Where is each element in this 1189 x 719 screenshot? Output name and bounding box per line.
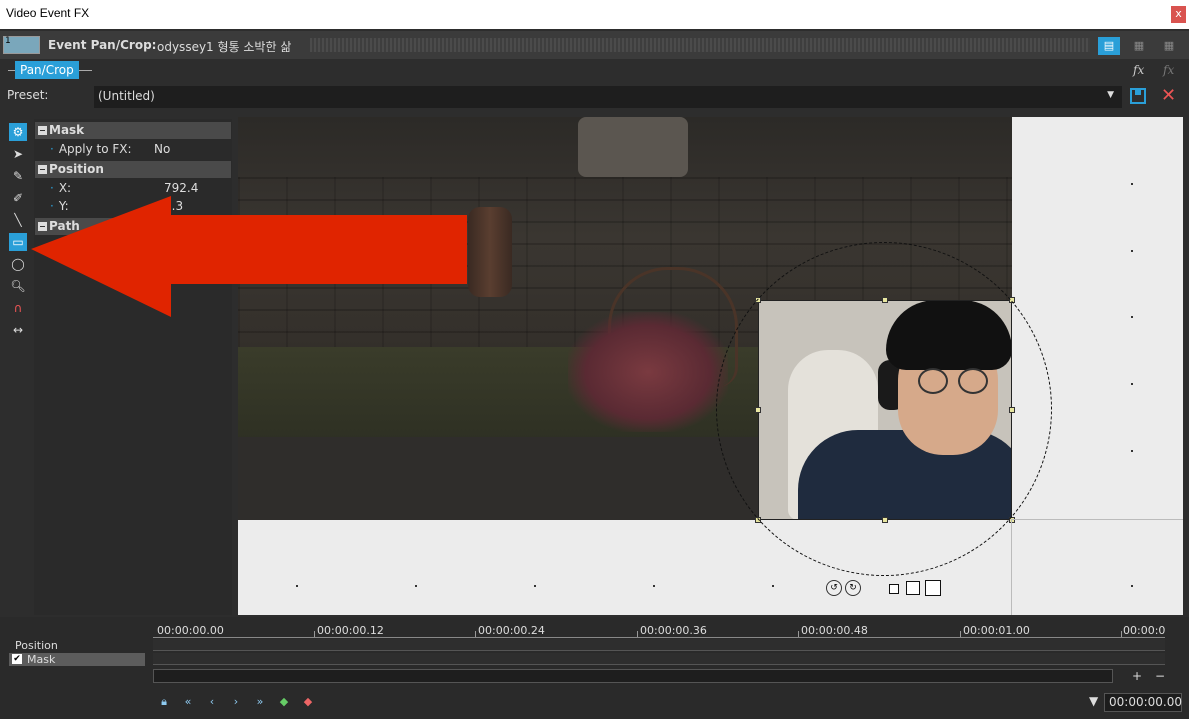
collapse-icon[interactable] (38, 165, 47, 174)
collapse-icon[interactable] (38, 126, 47, 135)
resize-icon[interactable]: ↔ (9, 321, 27, 339)
first-keyframe-button[interactable]: « (180, 694, 196, 710)
guide-line (1011, 520, 1012, 615)
annotation-arrow (31, 196, 467, 317)
position-x-value[interactable]: 792.4 (164, 180, 198, 197)
grid-dot (653, 585, 655, 587)
mask-apply-value[interactable]: No (154, 141, 170, 158)
grid-dot (1131, 250, 1133, 252)
guide-line (1011, 519, 1183, 520)
ruler-label: 00:00:00.36 (640, 624, 707, 637)
add-keyframe-button[interactable]: ◆ (276, 694, 292, 710)
ellipse-icon[interactable]: ◯ (9, 255, 27, 273)
last-keyframe-button[interactable]: » (252, 694, 268, 710)
fx-header-strip (310, 38, 1090, 52)
chain-item-pan-crop[interactable]: Pan/Crop (15, 61, 79, 79)
properties-panel: Mask · Apply to FX: No Position · X: 792.4… (34, 119, 232, 615)
time-marker-icon: ▼ (1089, 694, 1099, 708)
fx-event-name: odyssey1 형통 소박한 삶 (157, 40, 292, 54)
grid-dot (415, 585, 417, 587)
chevron-down-icon: ▼ (1107, 90, 1114, 100)
view-list-button[interactable]: ▤ (1098, 37, 1120, 55)
delete-preset-button[interactable]: ✕ (1161, 85, 1176, 106)
window-title: Video Event FX (6, 6, 90, 20)
mask-enable-checkbox[interactable]: ✔ (12, 654, 22, 664)
preset-label: Preset: (7, 88, 49, 102)
preset-row: Preset: (Untitled) ▼ ✕ (0, 84, 1189, 112)
keyframe-lane-mask[interactable] (153, 653, 1165, 665)
prev-keyframe-button[interactable]: ‹ (204, 694, 220, 710)
magnet-icon[interactable]: ∩ (9, 299, 27, 317)
position-x-label: · X: (50, 181, 72, 195)
grid-dot (534, 585, 536, 587)
close-button[interactable]: x (1171, 6, 1186, 23)
view-grid-large-button[interactable]: ▦ (1158, 37, 1180, 55)
preset-dropdown[interactable]: (Untitled) ▼ (94, 86, 1122, 108)
ruler-label: 00:00:00.12 (317, 624, 384, 637)
line-icon[interactable]: ╲ (9, 211, 27, 229)
view-grid-button[interactable]: ▦ (1128, 37, 1150, 55)
grid-dot (1131, 316, 1133, 318)
delete-keyframe-button[interactable]: ◆ (300, 694, 316, 710)
horizontal-scrollbar[interactable] (153, 669, 1113, 683)
preset-value: (Untitled) (98, 89, 155, 103)
zoom-out-button[interactable]: − (1155, 669, 1165, 683)
track-position[interactable]: Position (9, 639, 145, 652)
zoom-in-button[interactable]: + (1132, 669, 1142, 683)
track-mask[interactable]: ✔ Mask (9, 653, 145, 666)
time-ruler[interactable]: 00:00:00.00 00:00:00.12 00:00:00.24 00:0… (153, 620, 1165, 638)
ruler-label: 00:00:00.48 (801, 624, 868, 637)
lock-icon[interactable]: 🔒︎ (156, 694, 172, 710)
ellipse-mask-outline[interactable] (716, 242, 1052, 576)
grid-dot (296, 585, 298, 587)
keyframe-timeline: Position ✔ Mask 00:00:00.00 00:00:00.12 … (0, 617, 1189, 719)
pen-add-icon[interactable]: ✐ (9, 189, 27, 207)
fx-thumb-number: 1 (5, 36, 11, 46)
fx-thumbnail[interactable]: 1 (3, 36, 40, 54)
plugin-chain-row: Pan/Crop fx fx (0, 59, 1189, 83)
pointer-icon[interactable]: ➤ (9, 145, 27, 163)
fx-header: 1 Event Pan/Crop: odyssey1 형통 소박한 삶 ▤ ▦ … (0, 31, 1189, 59)
size-large-icon[interactable] (925, 580, 941, 596)
save-preset-button[interactable] (1130, 88, 1146, 104)
next-keyframe-button[interactable]: › (228, 694, 244, 710)
fx-title: Event Pan/Crop: (48, 38, 157, 52)
mask-apply-label: · Apply to FX: (50, 142, 132, 156)
ruler-label: 00:00:0 (1123, 624, 1166, 637)
grid-dot (1131, 450, 1133, 452)
size-small-icon[interactable] (889, 584, 899, 594)
zoom-icon[interactable]: 🔍︎ (9, 277, 27, 295)
section-position[interactable]: Position (35, 161, 231, 178)
fx-remove-icon[interactable]: fx (1163, 63, 1174, 77)
pen-icon[interactable]: ✎ (9, 167, 27, 185)
ruler-label: 00:00:00.24 (478, 624, 545, 637)
grid-dot (1131, 585, 1133, 587)
preview-canvas[interactable]: ↺ ↻ (238, 117, 1183, 615)
rectangle-icon[interactable]: ▭ (9, 233, 27, 251)
current-time-field[interactable]: 00:00:00.00 (1104, 693, 1182, 712)
keyframe-lane-position[interactable] (153, 639, 1165, 651)
rotate-cw-icon[interactable]: ↻ (845, 580, 861, 596)
grid-dot (1131, 183, 1133, 185)
rotate-ccw-icon[interactable]: ↺ (826, 580, 842, 596)
size-medium-icon[interactable] (906, 581, 920, 595)
ruler-label: 00:00:00.00 (157, 624, 224, 637)
fx-add-icon[interactable]: fx (1133, 63, 1144, 77)
tool-column: ⚙ ➤ ✎ ✐ ╲ ▭ ◯ 🔍︎ ∩ ↔ (6, 119, 30, 615)
grid-dot (1131, 383, 1133, 385)
ruler-label: 00:00:01.00 (963, 624, 1030, 637)
gear-icon[interactable]: ⚙ (9, 123, 27, 141)
grid-dot (772, 585, 774, 587)
track-list: Position ✔ Mask (9, 639, 146, 667)
section-mask[interactable]: Mask (35, 122, 231, 139)
window-titlebar: Video Event FX x (0, 0, 1189, 29)
